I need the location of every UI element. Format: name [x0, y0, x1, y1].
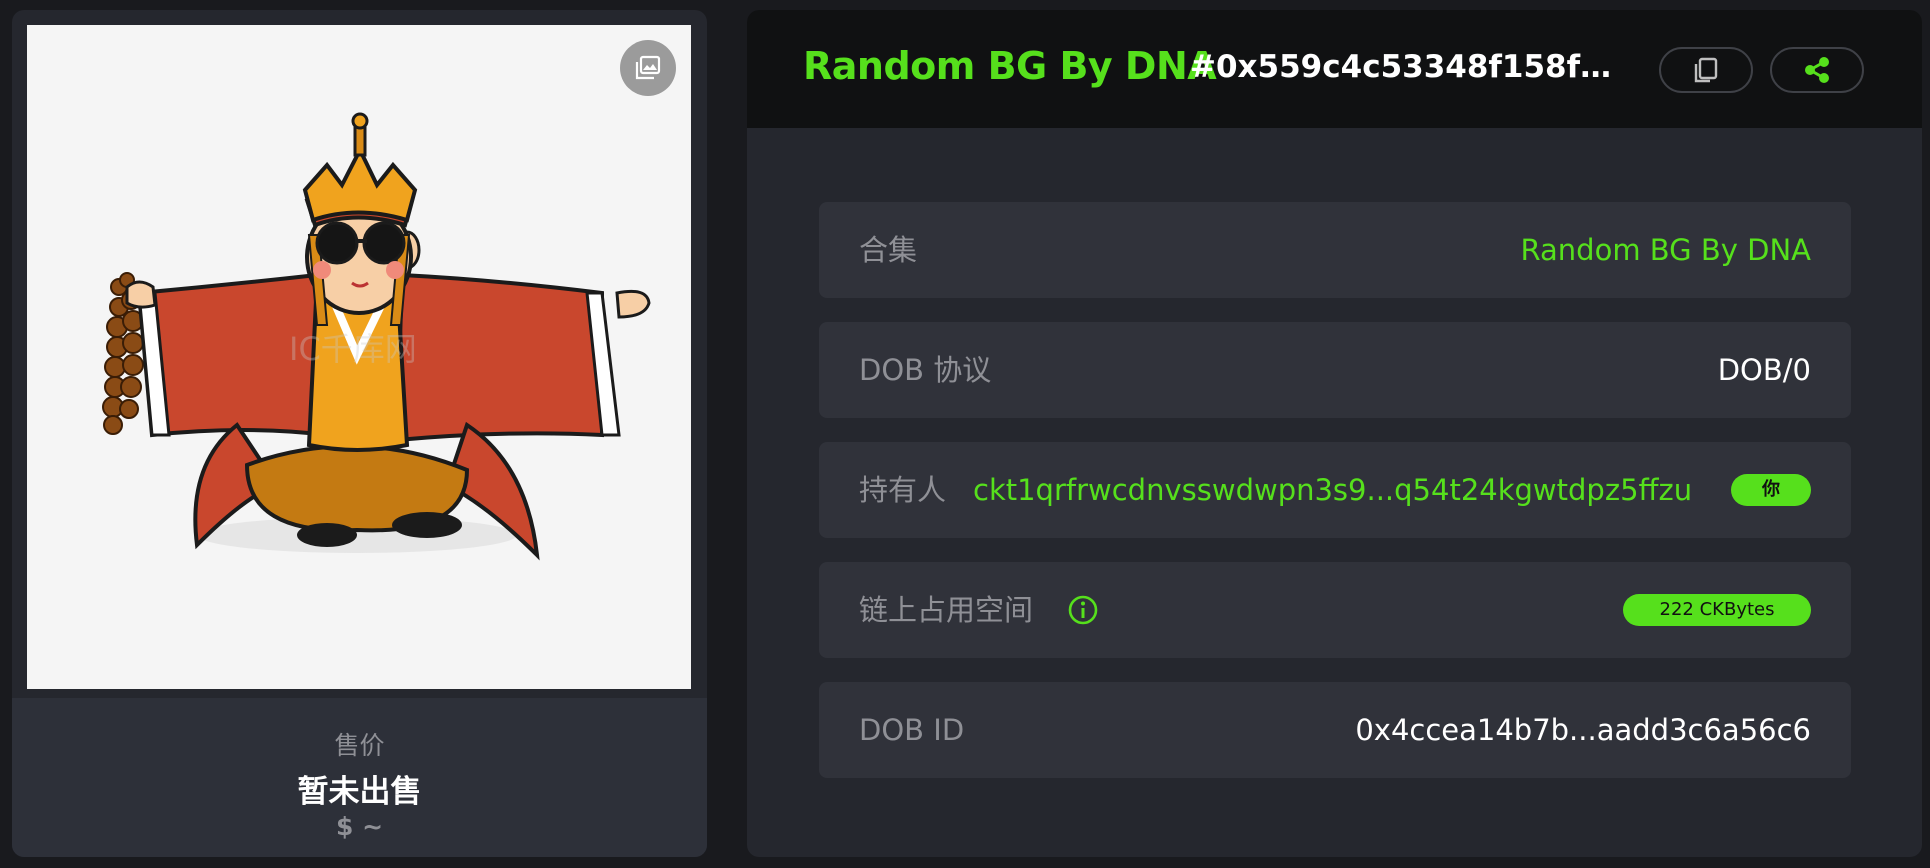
row-storage: 链上占用空间 222 CKBytes [819, 562, 1851, 658]
row-dob-id: DOB ID 0x4ccea14b7b...aadd3c6a56c6 [819, 682, 1851, 778]
price-label: 售价 [334, 731, 385, 760]
storage-label: 链上占用空间 [859, 593, 1034, 627]
gallery-icon [635, 55, 661, 80]
gallery-button[interactable] [620, 40, 676, 96]
row-protocol: DOB 协议 DOB/0 [819, 322, 1851, 418]
copy-button[interactable] [1659, 47, 1753, 93]
info-icon[interactable] [1067, 594, 1099, 626]
price-section: 售价 暂未出售 $ ~ [12, 698, 707, 857]
dob-id-value[interactable]: 0x4ccea14b7b...aadd3c6a56c6 [1355, 682, 1811, 778]
storage-value: 222 CKBytes [1623, 594, 1811, 626]
header-bar: Random BG By DNA #0x559c4c53348f158f3b7.… [747, 10, 1922, 128]
nft-card: IC千库网 售价 暂未出售 $ ~ [12, 10, 707, 857]
dob-id-label: DOB ID [859, 713, 965, 747]
nft-image[interactable]: IC千库网 [27, 25, 691, 689]
details-panel: Random BG By DNA #0x559c4c53348f158f3b7.… [747, 10, 1922, 857]
price-value: 暂未出售 [297, 774, 422, 810]
collection-title[interactable]: Random BG By DNA [803, 44, 1217, 88]
owner-label: 持有人 [859, 473, 947, 507]
copy-icon [1694, 57, 1718, 83]
protocol-label: DOB 协议 [859, 353, 992, 387]
monk-illustration: IC千库网 [102, 112, 651, 561]
share-button[interactable] [1770, 47, 1864, 93]
collection-label: 合集 [859, 233, 918, 267]
protocol-value: DOB/0 [1717, 353, 1811, 387]
you-badge: 你 [1731, 474, 1811, 506]
price-usd: $ ~ [335, 812, 384, 841]
collection-value[interactable]: Random BG By DNA [1521, 202, 1812, 298]
token-id: #0x559c4c53348f158f3b7... [1190, 49, 1630, 85]
row-owner: 持有人 ckt1qrfrwcdnvsswdwpn3s9...q54t24kgwt… [819, 442, 1851, 538]
svg-text:IC千库网: IC千库网 [289, 330, 417, 368]
share-icon [1805, 57, 1829, 83]
owner-address[interactable]: ckt1qrfrwcdnvsswdwpn3s9...q54t24kgwtdpz5… [973, 442, 1715, 538]
row-collection: 合集 Random BG By DNA [819, 202, 1851, 298]
